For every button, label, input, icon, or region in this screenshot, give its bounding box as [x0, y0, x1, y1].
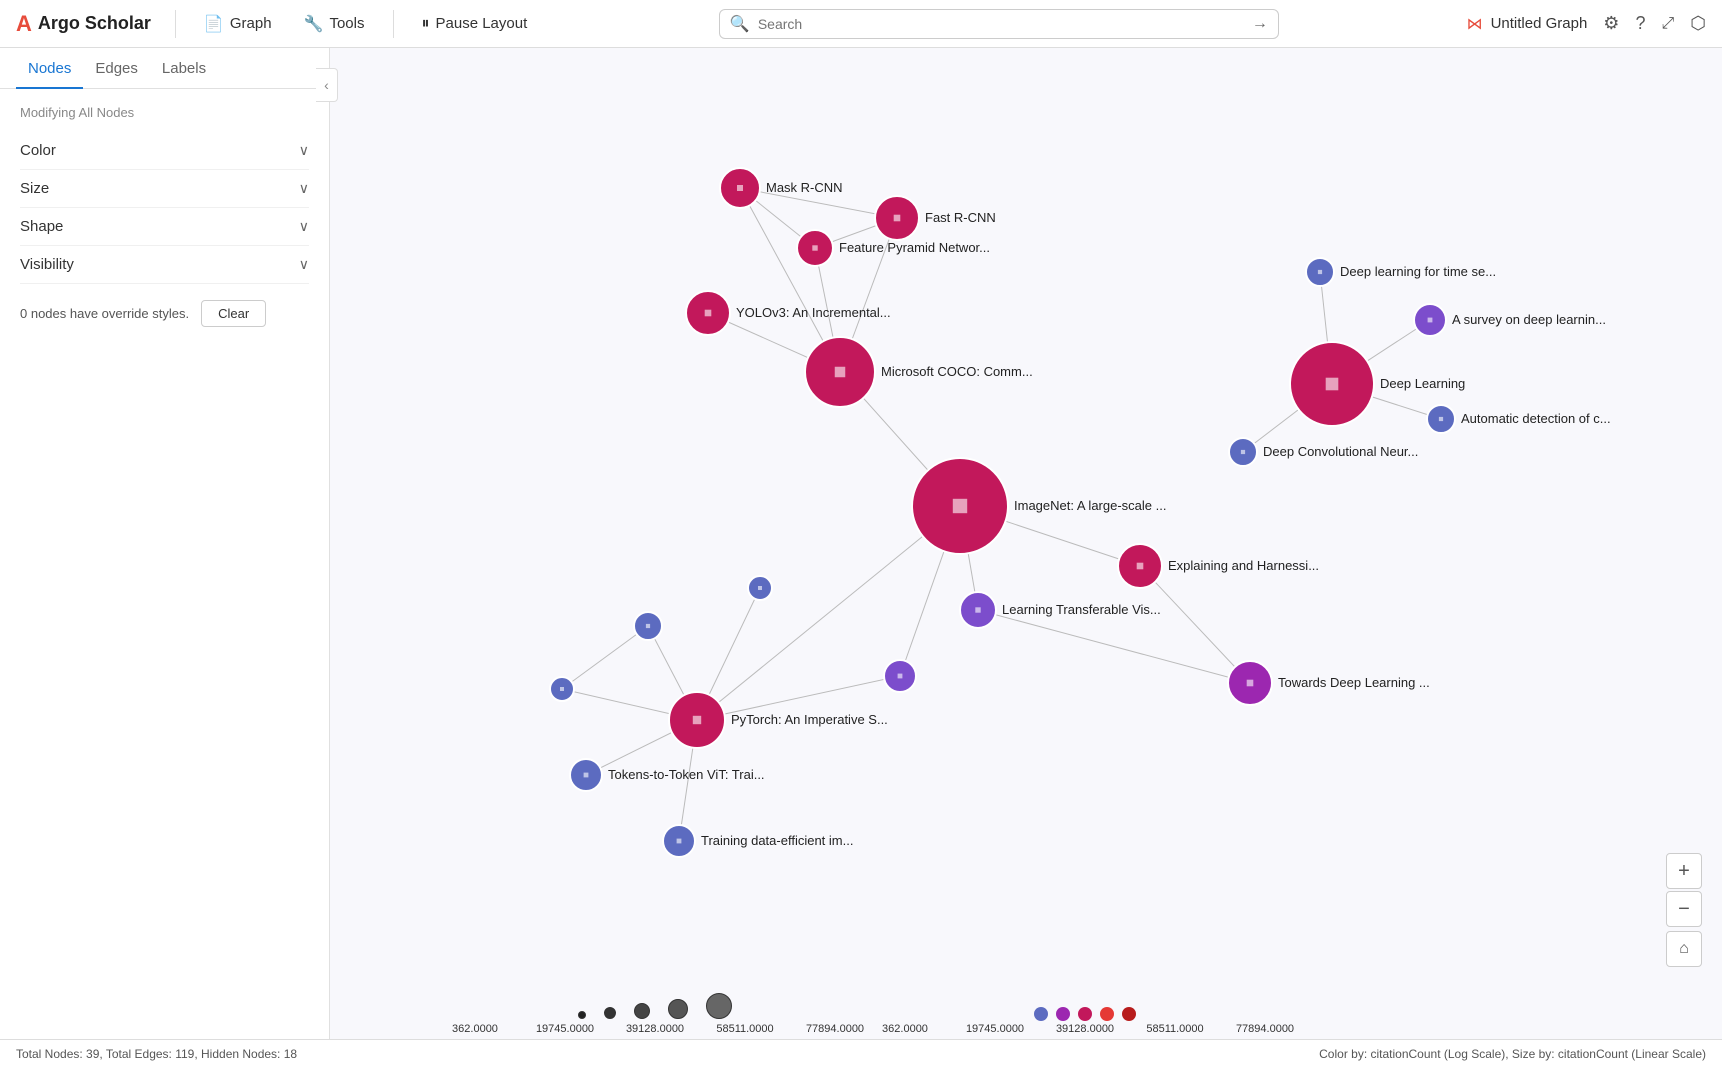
sidebar-section: Modifying All Nodes Color ∨ Size ∨ Shape… — [0, 89, 329, 284]
graph-title-label: Untitled Graph — [1491, 15, 1588, 32]
svg-text:Deep Learning: Deep Learning — [1380, 376, 1465, 391]
nav-divider — [175, 10, 176, 38]
svg-text:Microsoft COCO: Comm...: Microsoft COCO: Comm... — [881, 364, 1033, 379]
shape-label: Shape — [20, 218, 63, 235]
override-row: 0 nodes have override styles. Clear — [0, 284, 329, 343]
sidebar-collapse-button[interactable]: ‹ — [316, 68, 338, 102]
size-chevron-icon: ∨ — [299, 180, 309, 197]
search-icon: 🔍 — [730, 14, 750, 34]
shape-property-row[interactable]: Shape ∨ — [20, 208, 309, 246]
pause-icon: ⏸ — [422, 15, 430, 33]
svg-text:YOLOv3: An Incremental...: YOLOv3: An Incremental... — [736, 305, 891, 320]
app-name: Argo Scholar — [38, 13, 151, 34]
svg-text:Tokens-to-Token ViT: Trai...: Tokens-to-Token ViT: Trai... — [608, 767, 765, 782]
svg-text:Towards Deep Learning ...: Towards Deep Learning ... — [1278, 675, 1430, 690]
graph-button[interactable]: 📄 Graph — [192, 8, 284, 40]
graph-label: Graph — [230, 15, 272, 32]
graph-title-icon: ⋈ — [1467, 14, 1483, 34]
tools-icon: 🔧 — [304, 14, 324, 34]
size-property-row[interactable]: Size ∨ — [20, 170, 309, 208]
tab-edges[interactable]: Edges — [83, 48, 150, 89]
zoom-home-button[interactable]: ⌂ — [1666, 931, 1702, 967]
pause-button[interactable]: ⏸ Pause Layout — [410, 9, 540, 39]
github-icon[interactable]: ⬡ — [1690, 13, 1706, 34]
tab-nodes[interactable]: Nodes — [16, 48, 83, 89]
zoom-controls: + − ⌂ — [1666, 853, 1702, 967]
legend-size-val-1: 362.0000 — [430, 1023, 520, 1035]
sidebar: Nodes Edges Labels Modifying All Nodes C… — [0, 48, 330, 1039]
svg-text:Learning Transferable Vis...: Learning Transferable Vis... — [1002, 602, 1161, 617]
statusbar: Total Nodes: 39, Total Edges: 119, Hidde… — [0, 1039, 1722, 1067]
zoom-in-button[interactable]: + — [1666, 853, 1702, 889]
legend-color-val-2: 19745.0000 — [950, 1023, 1040, 1035]
legend-size-val-4: 58511.0000 — [700, 1023, 790, 1035]
graph-title-area: ⋈ Untitled Graph — [1467, 14, 1588, 34]
svg-text:Feature Pyramid Networ...: Feature Pyramid Networ... — [839, 240, 990, 255]
legend-size-val-3: 39128.0000 — [610, 1023, 700, 1035]
color-property-row[interactable]: Color ∨ — [20, 132, 309, 170]
search-bar: 🔍 → — [719, 9, 1279, 39]
visibility-chevron-icon: ∨ — [299, 256, 309, 273]
tab-labels[interactable]: Labels — [150, 48, 218, 89]
color-label: Color — [20, 142, 56, 159]
visibility-label: Visibility — [20, 256, 74, 273]
visibility-property-row[interactable]: Visibility ∨ — [20, 246, 309, 284]
svg-text:Training data-efficient im...: Training data-efficient im... — [701, 833, 853, 848]
statusbar-right: Color by: citationCount (Log Scale), Siz… — [1319, 1047, 1706, 1061]
svg-text:Deep learning for time se...: Deep learning for time se... — [1340, 264, 1496, 279]
legend-color-val-1: 362.0000 — [860, 1023, 950, 1035]
svg-text:Explaining and Harnessi...: Explaining and Harnessi... — [1168, 558, 1319, 573]
settings-icon[interactable]: ⚙ — [1603, 13, 1619, 34]
svg-text:A survey on deep learnin...: A survey on deep learnin... — [1452, 312, 1606, 327]
color-legend: 362.0000 19745.0000 39128.0000 58511.000… — [860, 1007, 1310, 1035]
color-chevron-icon: ∨ — [299, 142, 309, 159]
graph-icon: 📄 — [204, 14, 224, 34]
logo-icon: A — [16, 11, 32, 37]
zoom-out-button[interactable]: − — [1666, 891, 1702, 927]
size-legend: 362.0000 19745.0000 39128.0000 58511.000… — [430, 993, 880, 1035]
logo: A Argo Scholar — [16, 11, 151, 37]
help-icon[interactable]: ? — [1635, 13, 1645, 34]
legend-size-val-2: 19745.0000 — [520, 1023, 610, 1035]
collapse-icon[interactable]: ⤢ — [1661, 15, 1674, 33]
clear-button[interactable]: Clear — [201, 300, 266, 327]
svg-text:Fast R-CNN: Fast R-CNN — [925, 210, 996, 225]
search-arrow-icon[interactable]: → — [1252, 15, 1268, 33]
legend-color-val-5: 77894.0000 — [1220, 1023, 1310, 1035]
svg-text:ImageNet: A large-scale ...: ImageNet: A large-scale ... — [1014, 498, 1166, 513]
modifying-label: Modifying All Nodes — [20, 105, 309, 120]
topnav: A Argo Scholar 📄 Graph 🔧 Tools ⏸ Pause L… — [0, 0, 1722, 48]
tools-button[interactable]: 🔧 Tools — [292, 8, 377, 40]
sidebar-tabs: Nodes Edges Labels — [0, 48, 329, 89]
nav-divider-2 — [393, 10, 394, 38]
pause-label: Pause Layout — [436, 15, 528, 32]
legend-color-val-3: 39128.0000 — [1040, 1023, 1130, 1035]
svg-text:Mask R-CNN: Mask R-CNN — [766, 180, 843, 195]
size-label: Size — [20, 180, 49, 197]
shape-chevron-icon: ∨ — [299, 218, 309, 235]
svg-text:Deep Convolutional Neur...: Deep Convolutional Neur... — [1263, 444, 1418, 459]
search-input[interactable] — [758, 16, 1244, 32]
legend-color-val-4: 58511.0000 — [1130, 1023, 1220, 1035]
override-text: 0 nodes have override styles. — [20, 306, 189, 321]
tools-label: Tools — [329, 15, 364, 32]
svg-text:PyTorch: An Imperative S...: PyTorch: An Imperative S... — [731, 712, 888, 727]
topnav-icons: ⚙ ? ⤢ ⬡ — [1603, 13, 1706, 34]
statusbar-left: Total Nodes: 39, Total Edges: 119, Hidde… — [16, 1047, 297, 1061]
svg-text:Automatic detection of c...: Automatic detection of c... — [1461, 411, 1611, 426]
